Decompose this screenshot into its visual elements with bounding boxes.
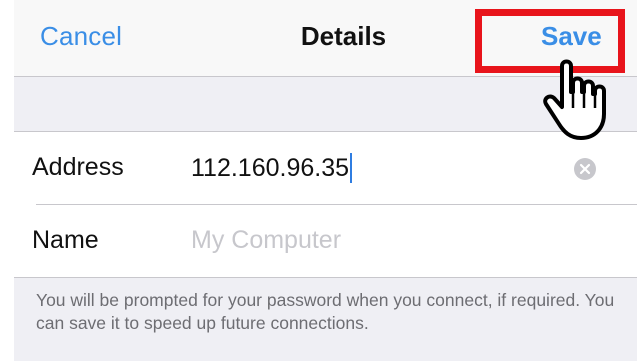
section-footer: You will be prompted for your password w…	[14, 278, 637, 361]
details-screen: Cancel Details Save Address 112.160.96.3…	[0, 0, 637, 361]
name-row[interactable]: Name My Computer	[14, 205, 637, 277]
name-label: Name	[32, 226, 99, 254]
save-button[interactable]: Save	[541, 21, 602, 52]
clear-text-icon[interactable]	[574, 158, 596, 180]
section-header-spacer	[14, 77, 637, 132]
navigation-bar: Cancel Details Save	[14, 0, 637, 77]
footer-note: You will be prompted for your password w…	[36, 290, 615, 333]
address-label: Address	[32, 153, 124, 181]
text-caret	[350, 153, 353, 183]
address-value: 112.160.96.35	[191, 153, 350, 182]
address-input[interactable]: 112.160.96.35	[191, 153, 353, 183]
address-row[interactable]: Address 112.160.96.35	[14, 132, 637, 204]
name-input[interactable]: My Computer	[191, 226, 341, 255]
